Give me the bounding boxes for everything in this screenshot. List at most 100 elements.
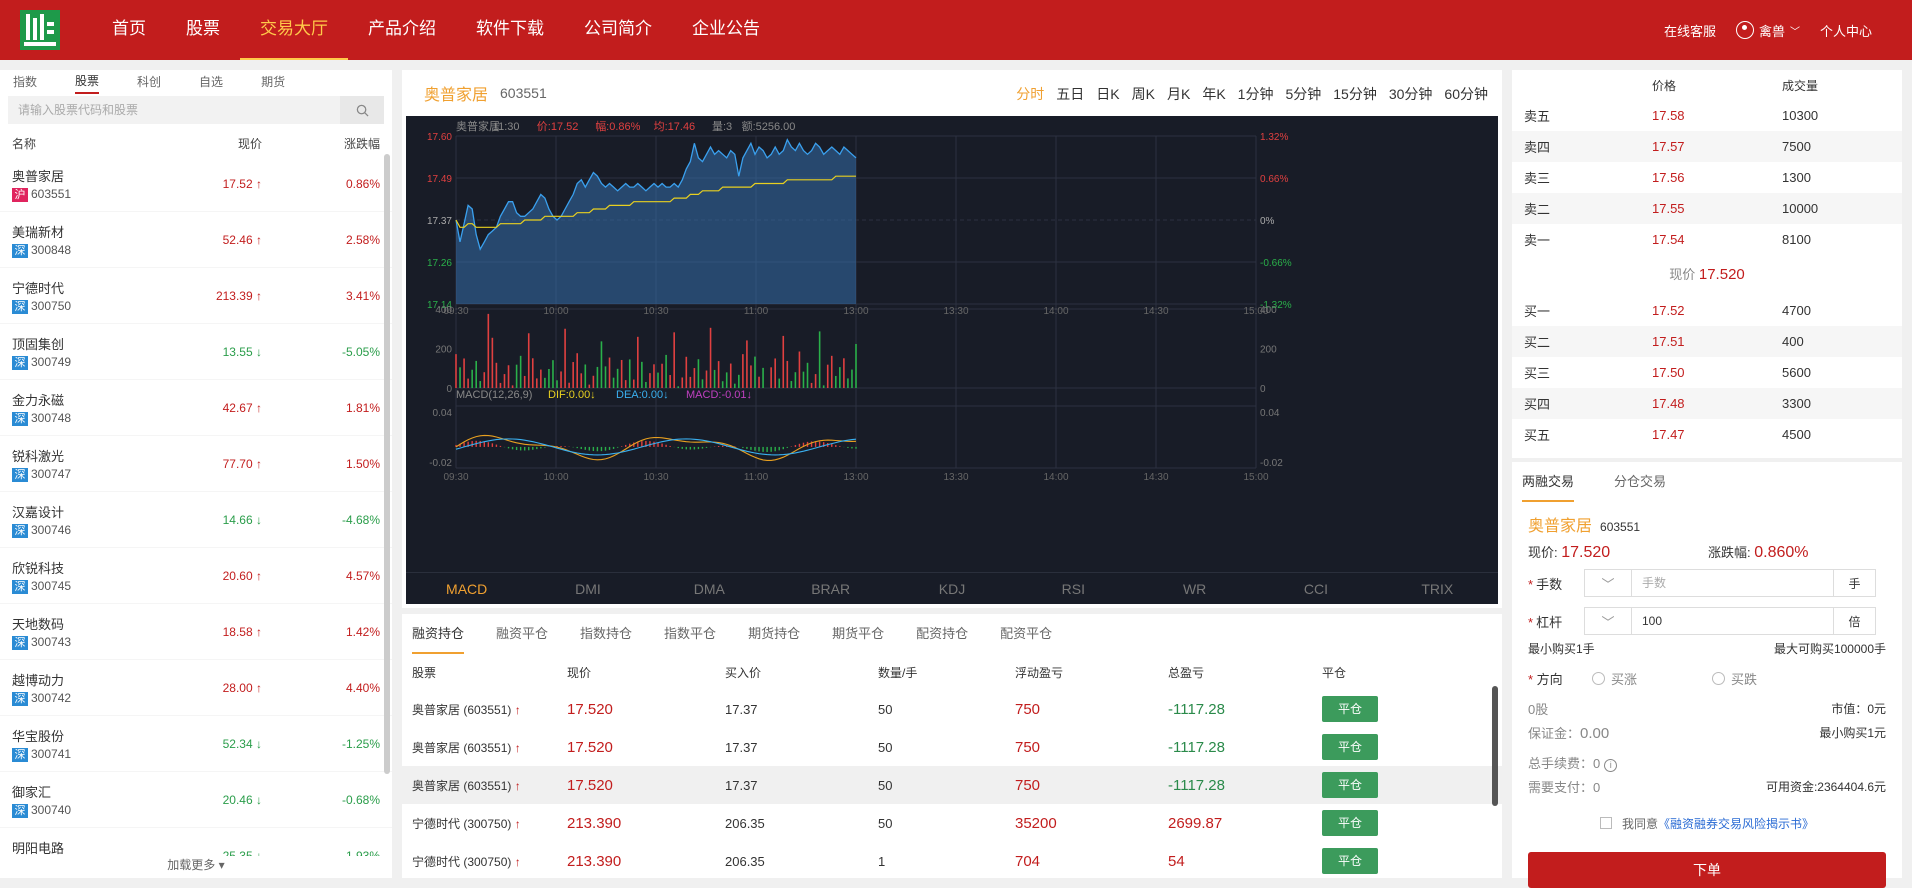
position-tab-1[interactable]: 融资平仓 bbox=[496, 614, 548, 654]
stock-row[interactable]: 美瑞新材深30084852.46 ↑2.58% bbox=[0, 212, 392, 268]
online-service-link[interactable]: 在线客服 bbox=[1664, 21, 1716, 40]
position-tab-0[interactable]: 融资持仓 bbox=[412, 614, 464, 654]
nav-item-0[interactable]: 首页 bbox=[92, 0, 166, 60]
lots-select[interactable]: ﹀ bbox=[1584, 569, 1632, 597]
load-more-label: 加载更多 bbox=[167, 858, 215, 872]
period-tab-2[interactable]: 日K bbox=[1096, 84, 1119, 104]
nav-item-6[interactable]: 企业公告 bbox=[672, 0, 780, 60]
direction-up-radio[interactable]: 买涨 bbox=[1592, 669, 1704, 688]
user-menu[interactable]: 禽兽 ﹀ bbox=[1736, 21, 1800, 40]
stock-row[interactable]: 华宝股份深30074152.34 ↓-1.25% bbox=[0, 716, 392, 772]
stock-row[interactable]: 奥普家居沪60355117.52 ↑0.86% bbox=[0, 156, 392, 212]
stock-row[interactable]: 金力永磁深30074842.67 ↑1.81% bbox=[0, 380, 392, 436]
lots-input[interactable] bbox=[1642, 576, 1822, 590]
logo-icon[interactable] bbox=[18, 8, 62, 52]
stock-row[interactable]: 欣锐科技深30074520.60 ↑4.57% bbox=[0, 548, 392, 604]
intraday-chart[interactable]: 奥普家居11:30价:17.52幅:0.86%均:17.46量:3额:5256.… bbox=[406, 116, 1498, 604]
period-tab-4[interactable]: 月K bbox=[1167, 84, 1190, 104]
category-tab-3[interactable]: 自选 bbox=[199, 73, 223, 93]
stock-row[interactable]: 越博动力深30074228.00 ↑4.40% bbox=[0, 660, 392, 716]
period-tab-6[interactable]: 1分钟 bbox=[1238, 84, 1274, 104]
info-price: 价:17.52 bbox=[537, 120, 579, 133]
indicator-tab-1[interactable]: DMI bbox=[527, 573, 648, 604]
category-tab-4[interactable]: 期货 bbox=[261, 73, 285, 93]
nav-item-4[interactable]: 软件下载 bbox=[456, 0, 564, 60]
stock-name: 奥普家居 bbox=[12, 166, 162, 186]
direction-down-radio[interactable]: 买跌 bbox=[1712, 669, 1824, 688]
period-tab-3[interactable]: 周K bbox=[1132, 84, 1155, 104]
close-position-button[interactable]: 平仓 bbox=[1322, 696, 1378, 722]
stock-row[interactable]: 顶固集创深30074913.55 ↓-5.05% bbox=[0, 324, 392, 380]
period-tab-9[interactable]: 30分钟 bbox=[1389, 84, 1433, 104]
position-tab-7[interactable]: 配资平仓 bbox=[1000, 614, 1052, 654]
macd-bar bbox=[694, 447, 695, 450]
category-tab-2[interactable]: 科创 bbox=[137, 73, 161, 93]
trade-tab-1[interactable]: 分仓交易 bbox=[1614, 462, 1666, 502]
position-tab-4[interactable]: 期货持仓 bbox=[748, 614, 800, 654]
close-position-button[interactable]: 平仓 bbox=[1322, 734, 1378, 760]
period-tab-1[interactable]: 五日 bbox=[1056, 84, 1084, 104]
position-tab-2[interactable]: 指数持仓 bbox=[580, 614, 632, 654]
chart-stock-name: 奥普家居 bbox=[424, 81, 488, 105]
period-tab-5[interactable]: 年K bbox=[1202, 84, 1225, 104]
period-tab-8[interactable]: 15分钟 bbox=[1333, 84, 1377, 104]
stock-row[interactable]: 锐科激光深30074777.70 ↑1.50% bbox=[0, 436, 392, 492]
category-tab-0[interactable]: 指数 bbox=[13, 73, 37, 93]
position-price: 213.390 bbox=[557, 804, 715, 842]
position-tab-5[interactable]: 期货平仓 bbox=[832, 614, 884, 654]
nav-item-3[interactable]: 产品介绍 bbox=[348, 0, 456, 60]
fee-label: 总手续费： bbox=[1528, 756, 1593, 771]
submit-order-button[interactable]: 下单 bbox=[1528, 852, 1886, 888]
indicator-tab-5[interactable]: RSI bbox=[1013, 573, 1134, 604]
stock-row[interactable]: 御家汇深30074020.46 ↓-0.68% bbox=[0, 772, 392, 828]
indicator-tabs: MACDDMIDMABRARKDJRSIWRCCITRIX bbox=[406, 572, 1498, 604]
stock-row[interactable]: 汉嘉设计深30074614.66 ↓-4.68% bbox=[0, 492, 392, 548]
username: 禽兽 bbox=[1759, 21, 1785, 40]
agreement-checkbox[interactable] bbox=[1600, 817, 1612, 829]
user-avatar-icon bbox=[1736, 21, 1754, 39]
indicator-tab-6[interactable]: WR bbox=[1134, 573, 1255, 604]
category-tab-1[interactable]: 股票 bbox=[75, 72, 99, 94]
personal-center-link[interactable]: 个人中心 bbox=[1820, 21, 1872, 40]
macd-bar bbox=[480, 441, 481, 447]
indicator-tab-0[interactable]: MACD bbox=[406, 573, 527, 604]
period-tab-0[interactable]: 分时 bbox=[1016, 84, 1044, 104]
close-position-button[interactable]: 平仓 bbox=[1322, 810, 1378, 836]
stock-row[interactable]: 宁德时代深300750213.39 ↑3.41% bbox=[0, 268, 392, 324]
volume-bar bbox=[661, 364, 663, 388]
nav-item-5[interactable]: 公司简介 bbox=[564, 0, 672, 60]
nav-item-2[interactable]: 交易大厅 bbox=[240, 0, 348, 60]
leverage-input[interactable] bbox=[1642, 614, 1822, 628]
search-button[interactable] bbox=[340, 96, 384, 124]
stock-list-scrollbar[interactable] bbox=[384, 154, 390, 774]
level-price: 17.47 bbox=[1652, 427, 1782, 442]
nav-item-1[interactable]: 股票 bbox=[166, 0, 240, 60]
load-more-button[interactable]: 加载更多 ▾ bbox=[0, 856, 392, 878]
position-tab-6[interactable]: 配资持仓 bbox=[916, 614, 968, 654]
close-position-button[interactable]: 平仓 bbox=[1322, 848, 1378, 874]
trade-price-row: 现价: 17.520 涨跌幅: 0.860% bbox=[1512, 540, 1902, 564]
close-position-button[interactable]: 平仓 bbox=[1322, 772, 1378, 798]
positions-scrollbar[interactable] bbox=[1492, 686, 1498, 806]
stock-price: 77.70 bbox=[223, 457, 253, 471]
stock-price-cell: 28.00 ↑ bbox=[162, 681, 262, 695]
position-tab-3[interactable]: 指数平仓 bbox=[664, 614, 716, 654]
indicator-tab-2[interactable]: DMA bbox=[649, 573, 770, 604]
leverage-select[interactable]: ﹀ bbox=[1584, 607, 1632, 635]
stock-name: 汉嘉设计 bbox=[12, 502, 162, 522]
macd-bar bbox=[669, 446, 670, 447]
indicator-tab-3[interactable]: BRAR bbox=[770, 573, 891, 604]
period-tab-10[interactable]: 60分钟 bbox=[1444, 84, 1488, 104]
stock-row[interactable]: 天地数码深30074318.58 ↑1.42% bbox=[0, 604, 392, 660]
indicator-tab-4[interactable]: KDJ bbox=[891, 573, 1012, 604]
volume-bar bbox=[738, 375, 740, 388]
info-icon[interactable]: i bbox=[1604, 759, 1617, 772]
trade-tab-0[interactable]: 两融交易 bbox=[1522, 462, 1574, 502]
agreement-link[interactable]: 《融资融券交易风险揭示书》 bbox=[1658, 815, 1814, 832]
stock-search-input[interactable] bbox=[18, 103, 338, 117]
level-volume: 3300 bbox=[1782, 396, 1902, 411]
volume-bar bbox=[778, 379, 780, 388]
indicator-tab-7[interactable]: CCI bbox=[1255, 573, 1376, 604]
indicator-tab-8[interactable]: TRIX bbox=[1377, 573, 1498, 604]
period-tab-7[interactable]: 5分钟 bbox=[1285, 84, 1321, 104]
